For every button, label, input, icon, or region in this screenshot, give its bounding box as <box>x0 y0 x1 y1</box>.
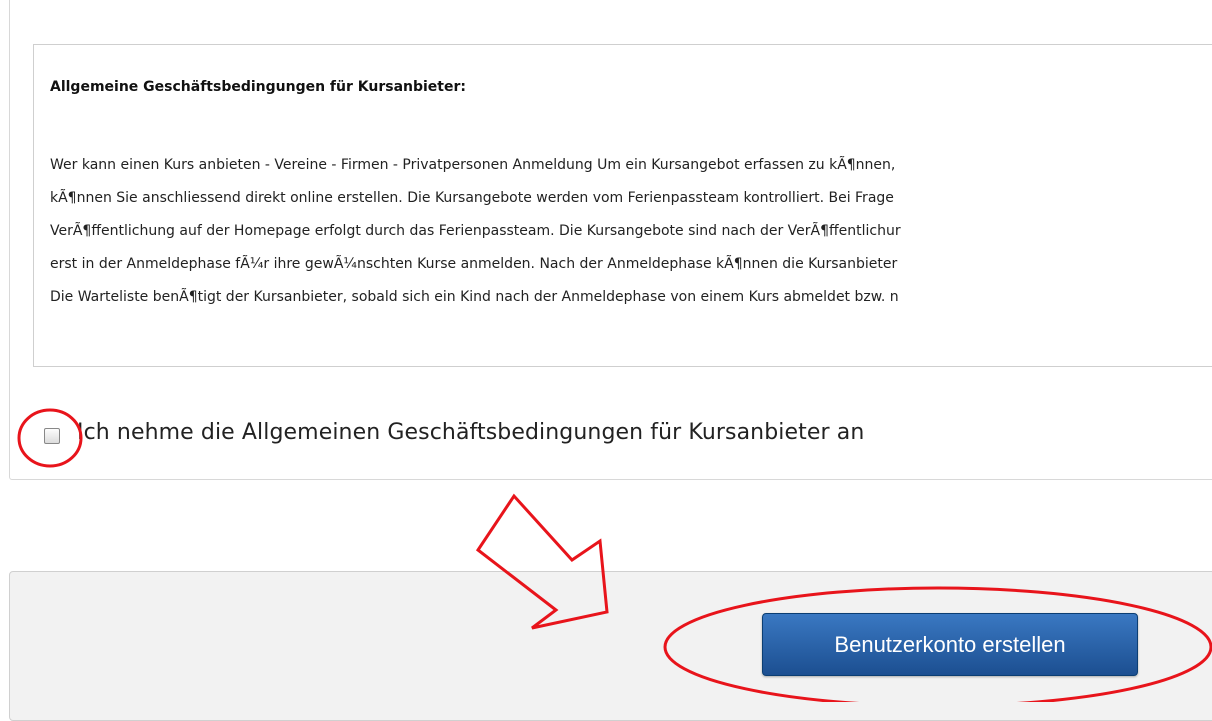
terms-line: Die Warteliste benÃ¶tigt der Kursanbiete… <box>50 289 899 305</box>
create-account-button[interactable]: Benutzerkonto erstellen <box>762 613 1138 676</box>
agree-checkbox[interactable] <box>44 428 60 444</box>
terms-title: Allgemeine Geschäftsbedingungen für Kurs… <box>50 79 466 95</box>
terms-text: Wer kann einen Kurs anbieten - Vereine -… <box>50 149 1210 314</box>
terms-line: erst in der Anmeldephase fÃ¼r ihre gewÃ¼… <box>50 256 898 272</box>
terms-line: VerÃ¶ffentlichung auf der Homepage erfol… <box>50 223 901 239</box>
terms-line: Wer kann einen Kurs anbieten - Vereine -… <box>50 157 896 173</box>
agree-label[interactable]: Ich nehme die Allgemeinen Geschäftsbedin… <box>77 420 864 445</box>
terms-line: kÃ¶nnen Sie anschliessend direkt online … <box>50 190 894 206</box>
terms-scroll-box[interactable]: Allgemeine Geschäftsbedingungen für Kurs… <box>33 44 1212 367</box>
